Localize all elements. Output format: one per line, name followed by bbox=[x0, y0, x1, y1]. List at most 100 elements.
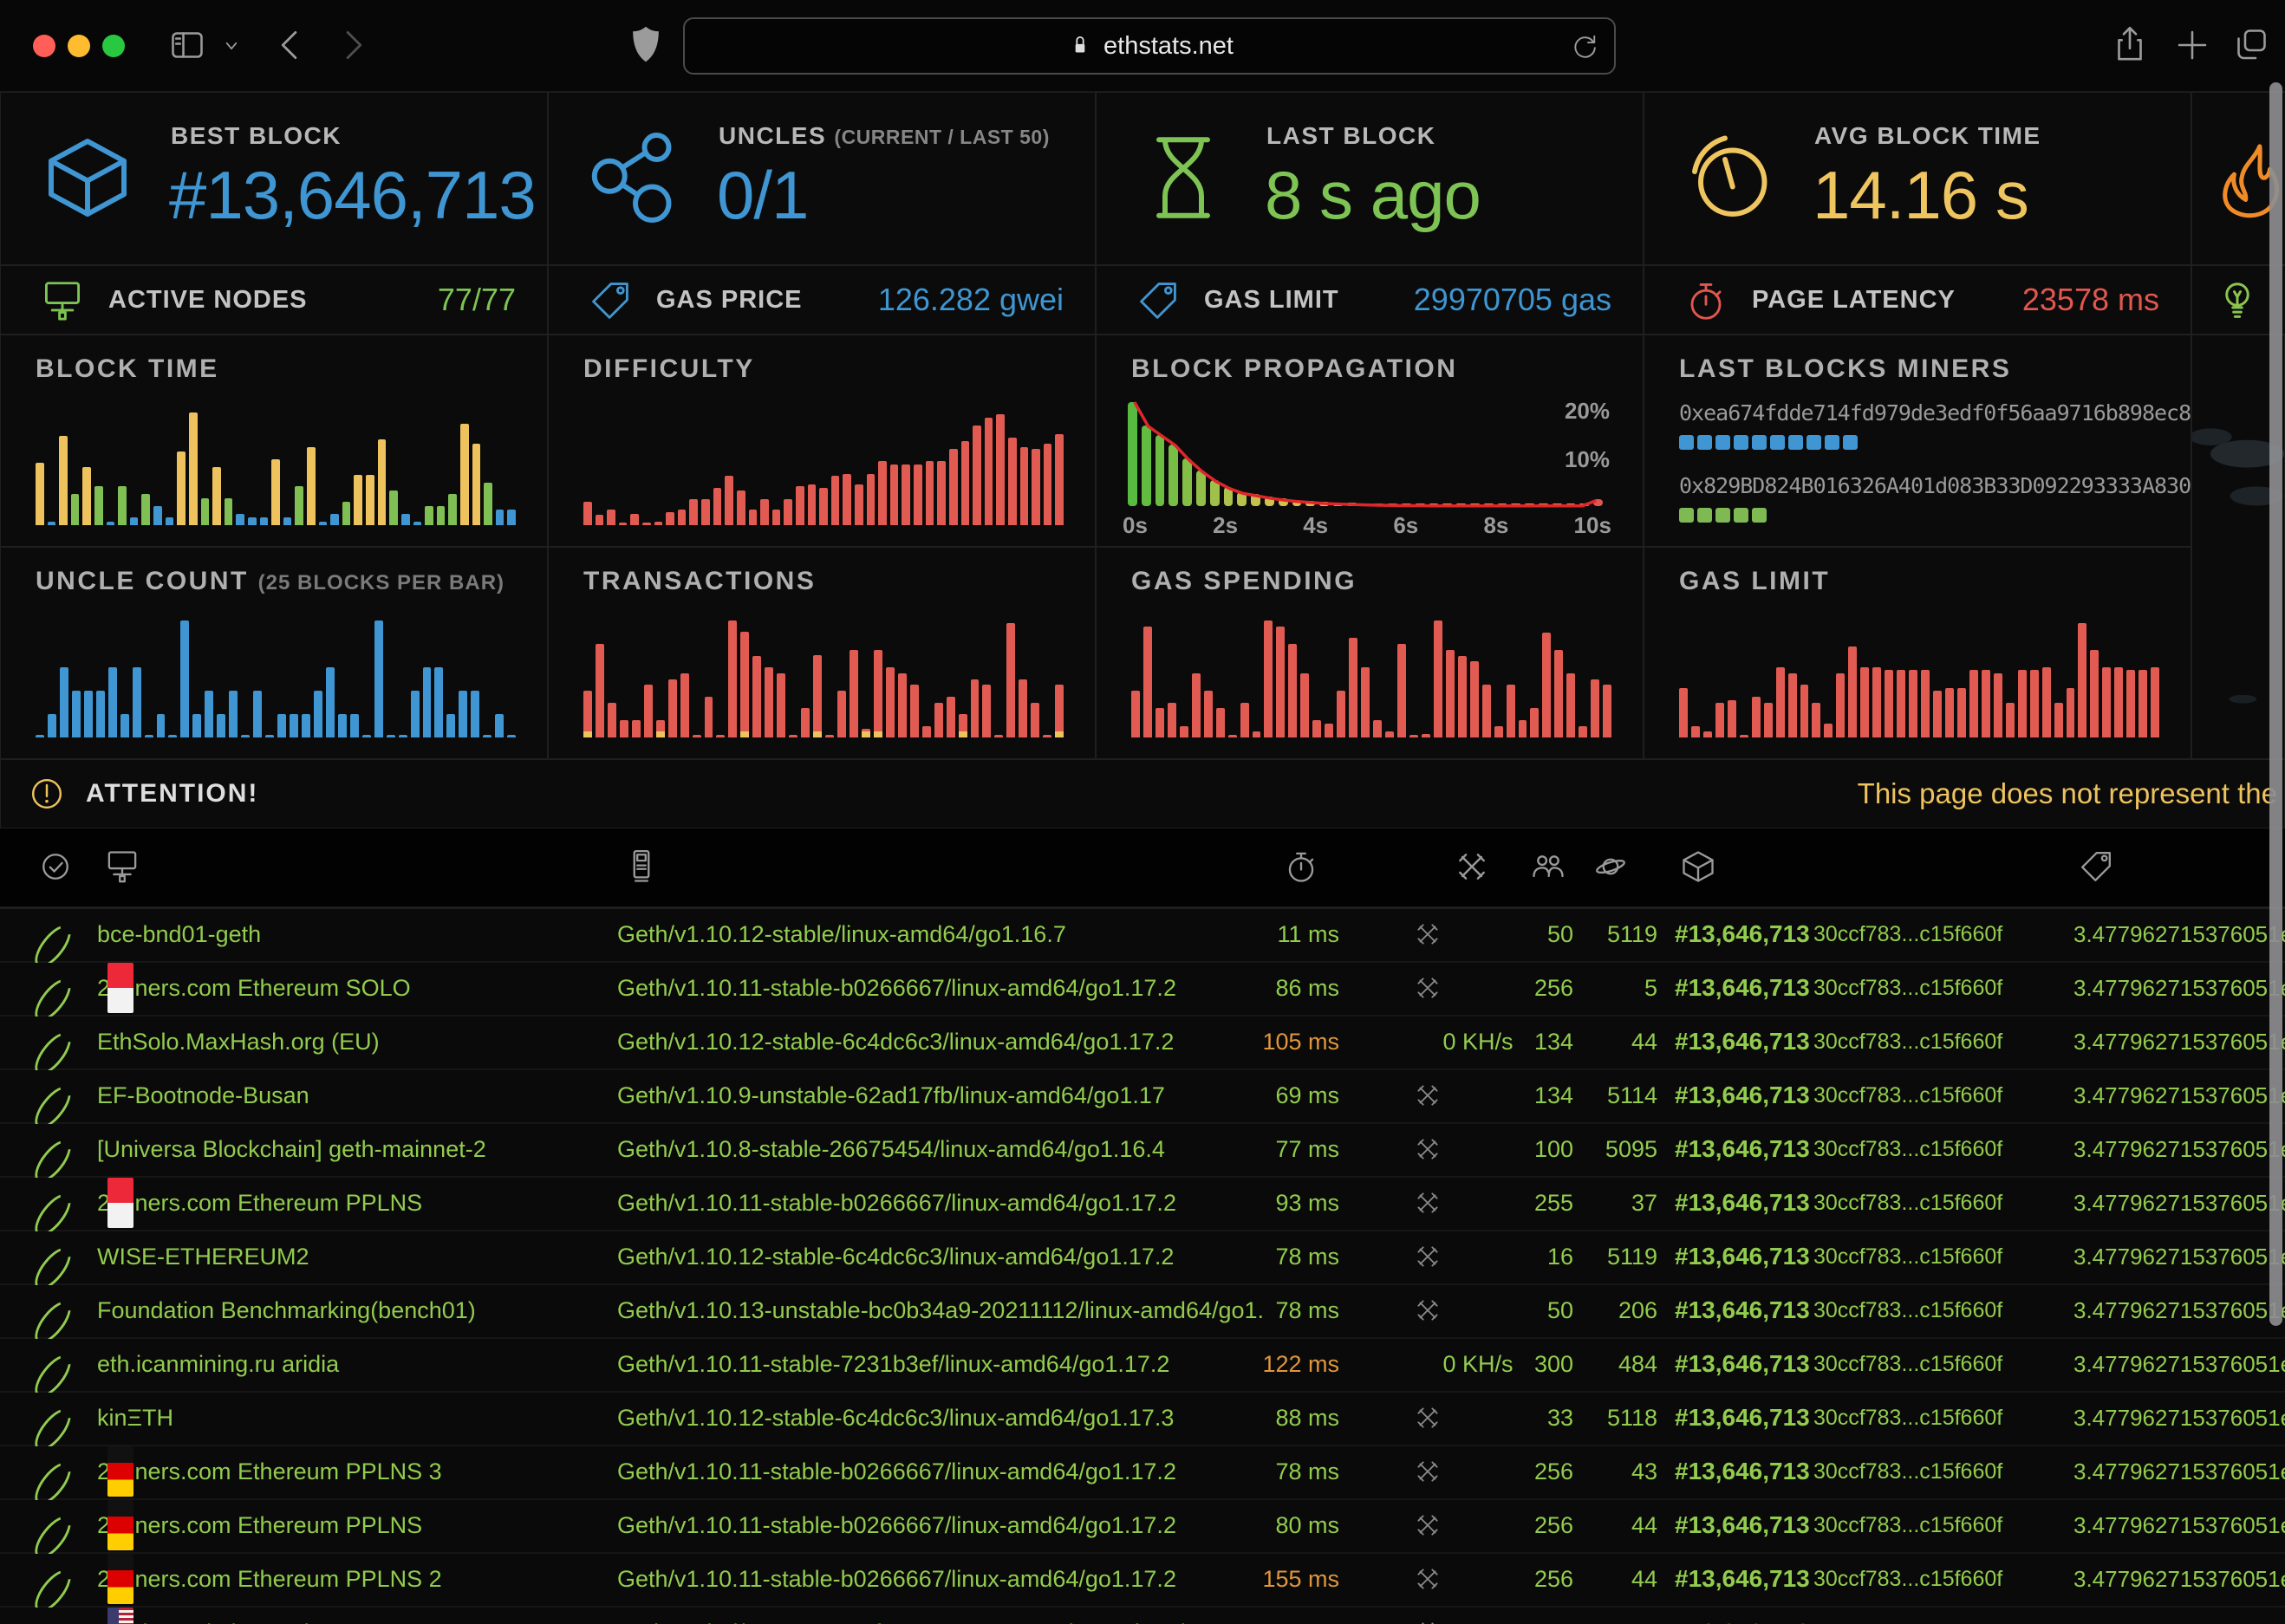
miner-entry: 0xea674fdde714fd979de3edf0f56aa9716b898e… bbox=[1679, 400, 2165, 450]
chart-bar bbox=[399, 735, 407, 737]
chart-bar bbox=[959, 714, 967, 737]
not-mining-icon bbox=[1413, 1081, 1442, 1110]
chart-bar bbox=[1276, 627, 1285, 737]
chart-bar bbox=[949, 449, 958, 525]
chart-bar bbox=[728, 620, 737, 737]
chart-bar bbox=[507, 510, 516, 525]
chart-bar bbox=[973, 425, 981, 525]
chart-bar bbox=[1752, 697, 1761, 737]
stat-label: LAST BLOCK bbox=[1266, 122, 1435, 150]
chart-bar bbox=[248, 517, 257, 525]
node-total-difficulty: 3.477962715376051e+2 bbox=[2073, 1178, 2285, 1228]
chart-bar bbox=[1579, 726, 1587, 738]
back-button[interactable] bbox=[269, 23, 314, 68]
chart-bar bbox=[1385, 731, 1394, 737]
panel-block-time-chart: BLOCK TIME bbox=[0, 335, 548, 547]
new-tab-icon[interactable] bbox=[2171, 24, 2213, 66]
not-mining-icon bbox=[1413, 1510, 1442, 1540]
gas-limit-chart bbox=[1679, 620, 2159, 737]
sidebar-toggle-icon[interactable] bbox=[166, 24, 208, 66]
table-row: EthSolo.MaxHash.org (EU) Geth/v1.10.12-s… bbox=[0, 1017, 2285, 1070]
share-icon[interactable] bbox=[2108, 23, 2152, 66]
chart-bar bbox=[437, 506, 446, 526]
address-bar[interactable]: ethstats.net bbox=[683, 17, 1616, 75]
node-monitor-icon bbox=[103, 848, 141, 886]
x-axis-tick: 10s bbox=[1574, 512, 1611, 539]
minimize-window-button[interactable] bbox=[68, 35, 90, 57]
node-latency: 11 ms bbox=[1196, 909, 1339, 959]
chart-bar bbox=[71, 494, 80, 525]
node-latency: 88 ms bbox=[1196, 1393, 1339, 1443]
table-row: WISE-ETHEREUM2 Geth/v1.10.12-stable-6c4d… bbox=[0, 1231, 2285, 1285]
chart-bar bbox=[277, 714, 286, 737]
mining-pickaxe-icon bbox=[1453, 848, 1491, 886]
node-version: Geth/v1.10.8-stable-26675454/linux-amd64… bbox=[617, 1124, 1263, 1174]
node-best-block: #13,646,713 bbox=[1675, 1393, 1813, 1443]
chart-bar bbox=[434, 667, 443, 737]
tab-overview-icon[interactable] bbox=[2230, 24, 2271, 66]
node-best-block: #13,646,713 bbox=[1675, 1178, 1813, 1228]
chart-bar bbox=[94, 486, 103, 525]
zoom-window-button[interactable] bbox=[102, 35, 125, 57]
chart-bar bbox=[1885, 670, 1893, 737]
node-peers: 33 bbox=[1495, 1393, 1573, 1443]
price-tag-icon bbox=[1135, 277, 1182, 324]
chart-bar bbox=[180, 620, 189, 737]
chart-bar bbox=[1422, 734, 1430, 737]
chart-bar bbox=[118, 486, 127, 525]
table-row: EF-Bootnode-Busan Geth/v1.10.9-unstable-… bbox=[0, 1070, 2285, 1124]
chart-bar bbox=[619, 523, 628, 525]
pending-saturn-icon bbox=[1592, 848, 1630, 886]
chevron-down-icon[interactable] bbox=[217, 31, 246, 61]
chart-bar bbox=[994, 735, 1003, 737]
panel-gas-price: GAS PRICE 126.282 gwei bbox=[548, 265, 1096, 335]
vertical-scrollbar[interactable] bbox=[2269, 82, 2282, 1326]
chart-bar bbox=[961, 441, 970, 525]
chart-bar bbox=[1728, 700, 1736, 737]
chart-bar bbox=[2078, 623, 2086, 737]
chart-bar bbox=[1691, 726, 1700, 738]
chart-bar bbox=[483, 735, 492, 737]
node-name: [Universa Blockchain] geth-mainnet-2 bbox=[97, 1124, 486, 1174]
panel-avg-block-time: AVG BLOCK TIME 14.16 s bbox=[1644, 92, 2191, 265]
country-flag-icon bbox=[107, 1608, 133, 1624]
chart-bar bbox=[96, 691, 105, 737]
node-pending: 5095 bbox=[1585, 1124, 1657, 1174]
chart-bar bbox=[401, 514, 410, 526]
stat-label: UNCLES (CURRENT / LAST 50) bbox=[719, 122, 1050, 150]
close-window-button[interactable] bbox=[33, 35, 55, 57]
chart-bar bbox=[2139, 670, 2147, 737]
chart-bar bbox=[366, 475, 374, 526]
forward-button[interactable] bbox=[329, 23, 374, 68]
not-mining-icon bbox=[1413, 1564, 1442, 1594]
chart-bar bbox=[644, 685, 653, 737]
node-total-difficulty: 3.477962715376051e+2 bbox=[2073, 1554, 2285, 1604]
chart-bar bbox=[225, 498, 233, 526]
reload-icon[interactable] bbox=[1569, 30, 1600, 62]
attention-banner: ATTENTION! This page does not represent … bbox=[0, 759, 2285, 828]
chart-bar bbox=[314, 691, 322, 737]
shield-icon[interactable] bbox=[624, 23, 667, 66]
node-total-difficulty: 3.477962715376051e+2 bbox=[2073, 1446, 2285, 1497]
x-axis-tick: 0s bbox=[1123, 512, 1148, 539]
node-peers: 16 bbox=[1495, 1231, 1573, 1282]
x-axis-tick: 8s bbox=[1483, 512, 1508, 539]
chart-bar bbox=[48, 714, 56, 737]
chart-bar bbox=[1482, 685, 1491, 737]
chart-bar bbox=[654, 522, 663, 525]
node-total-difficulty: 3.477962715376051e+2 bbox=[2073, 963, 2285, 1013]
chart-bar bbox=[1812, 703, 1820, 738]
node-block-hash: 30ccf783...c15f660f bbox=[1813, 1017, 2013, 1067]
node-block-hash: 30ccf783...c15f660f bbox=[1813, 1446, 2013, 1497]
chart-bar bbox=[265, 735, 274, 737]
table-row: 2Miners.com Ethereum PPLNS Geth/v1.10.11… bbox=[0, 1178, 2285, 1231]
latency-stopwatch-icon bbox=[1282, 848, 1320, 886]
chart-bar bbox=[59, 436, 68, 526]
chart-bar bbox=[642, 523, 651, 525]
node-latency: 78 ms bbox=[1196, 1446, 1339, 1497]
chart-bar bbox=[1019, 679, 1027, 738]
chart-bar bbox=[1168, 703, 1176, 738]
chart-bar bbox=[1591, 679, 1599, 738]
chart-bar bbox=[354, 475, 362, 526]
node-version: Nethermind/v1.11.7-0-75f034a08-20211119/… bbox=[617, 1608, 1263, 1624]
